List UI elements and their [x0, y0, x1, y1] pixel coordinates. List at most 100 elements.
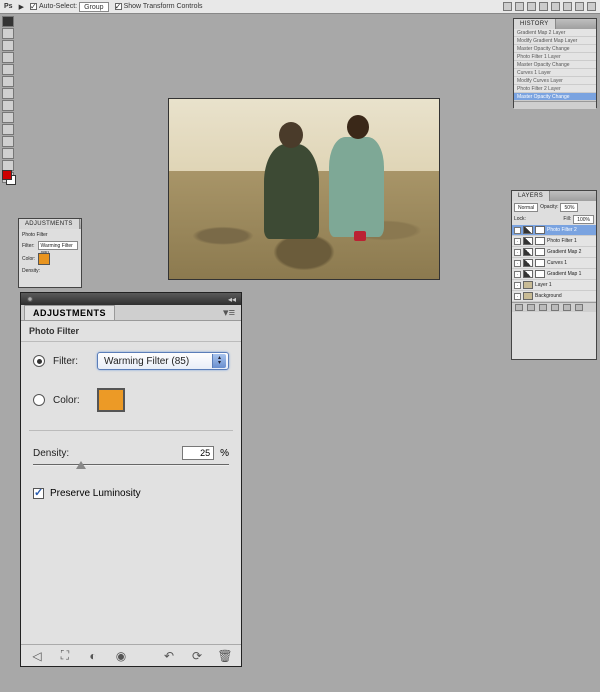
fill-value[interactable]: 100% [573, 215, 594, 224]
align-icon[interactable] [575, 2, 584, 11]
preserve-luminosity-checkbox[interactable] [33, 488, 44, 499]
adjustments-mini-tab[interactable]: Adjustments [19, 219, 80, 229]
layer-thumb [523, 292, 533, 300]
mask-thumb [535, 270, 545, 278]
color-radio[interactable] [33, 394, 45, 406]
density-slider[interactable] [33, 464, 229, 466]
layer-thumb [523, 270, 533, 278]
visibility-toggle[interactable]: · [514, 249, 521, 256]
previous-state-icon[interactable]: ↶ [161, 649, 177, 663]
layers-tab[interactable]: Layers [512, 191, 550, 201]
auto-select-checkbox[interactable] [30, 3, 37, 10]
layer-row[interactable]: ·Layer 1 [512, 280, 596, 291]
reset-icon[interactable]: ⟳ [189, 649, 205, 663]
history-row[interactable]: Master Opacity Change [514, 45, 596, 53]
document-canvas[interactable] [168, 98, 440, 280]
filter-radio[interactable] [33, 355, 45, 367]
fx-icon[interactable] [515, 304, 523, 311]
move-tool[interactable] [2, 16, 14, 27]
history-row[interactable]: Master Opacity Change [514, 93, 596, 101]
adjustments-tab[interactable]: ADJUSTMENTS [24, 305, 115, 320]
stamp-tool[interactable] [2, 100, 14, 111]
visibility-toggle[interactable]: · [514, 271, 521, 278]
layer-name: Background [535, 293, 562, 299]
history-panel: History OpenDrag LayerGradient Map 1 Lay… [513, 18, 597, 108]
align-icon[interactable] [527, 2, 536, 11]
visibility-toggle[interactable]: · [514, 293, 521, 300]
expand-icon[interactable]: ⛶ [57, 649, 73, 663]
foreground-swatch[interactable] [2, 170, 12, 180]
align-icon[interactable] [563, 2, 572, 11]
back-icon[interactable]: ◁ [29, 649, 45, 663]
opacity-value[interactable]: 50% [560, 203, 578, 212]
align-icon[interactable] [503, 2, 512, 11]
align-icon[interactable] [515, 2, 524, 11]
delete-icon[interactable]: 🗑 [217, 649, 233, 663]
gradient-tool[interactable] [2, 124, 14, 135]
align-icon[interactable] [539, 2, 548, 11]
layer-row[interactable]: · Curves 1 [512, 258, 596, 269]
mini-filter-dropdown[interactable]: Warming Filter (85) [38, 241, 79, 250]
brush-tool[interactable] [2, 88, 14, 99]
visibility-toggle[interactable]: · [514, 227, 521, 234]
blend-mode-dropdown[interactable]: Normal [514, 203, 538, 212]
panel-titlebar[interactable]: ◂◂ [21, 293, 241, 305]
trash-icon[interactable] [575, 304, 583, 311]
mask-icon[interactable] [527, 304, 535, 311]
layer-thumb [523, 281, 533, 289]
history-row[interactable]: Modify Gradient Map Layer [514, 37, 596, 45]
shape-tool[interactable] [2, 148, 14, 159]
layer-name: Curves 1 [547, 260, 567, 266]
history-row[interactable]: Photo Filter 2 Layer [514, 85, 596, 93]
show-transform-checkbox[interactable] [115, 3, 122, 10]
visibility-icon[interactable]: ◉ [113, 649, 129, 663]
history-row[interactable]: Master Opacity Change [514, 61, 596, 69]
layer-row[interactable]: ·Gradient Map 2 [512, 247, 596, 258]
layer-row[interactable]: ·Gradient Map 1 [512, 269, 596, 280]
layer-row[interactable]: ·Photo Filter 2 [512, 225, 596, 236]
color-label: Color: [53, 395, 89, 406]
auto-select-dropdown[interactable]: Group [79, 2, 108, 12]
eraser-tool[interactable] [2, 112, 14, 123]
density-label: Density: [33, 448, 176, 459]
visibility-toggle[interactable]: · [514, 238, 521, 245]
layers-list[interactable]: ·Photo Filter 2·Photo Filter 1·Gradient … [512, 225, 596, 302]
history-row[interactable]: Photo Filter 1 Layer [514, 53, 596, 61]
layer-thumb [523, 226, 533, 234]
align-icon[interactable] [587, 2, 596, 11]
history-tab[interactable]: History [514, 19, 556, 29]
layers-panel: Layers Normal Opacity: 50% Lock: Fill: 1… [511, 190, 597, 360]
layer-thumb [523, 259, 533, 267]
history-row[interactable]: Gradient Map 2 Layer [514, 29, 596, 37]
visibility-toggle[interactable]: · [514, 282, 521, 289]
density-input[interactable]: 25 [182, 446, 214, 460]
text-tool[interactable] [2, 136, 14, 147]
history-row[interactable]: Curves 1 Layer [514, 69, 596, 77]
visibility-toggle[interactable]: · [514, 260, 521, 267]
color-swatch[interactable] [97, 388, 125, 412]
mini-color-swatch[interactable] [38, 253, 50, 265]
mini-color-label: Color: [22, 256, 35, 262]
panel-menu-icon[interactable]: ▾≡ [223, 306, 235, 319]
eyedropper-tool[interactable] [2, 76, 14, 87]
lasso-tool[interactable] [2, 40, 14, 51]
collapse-icon[interactable]: ◂◂ [228, 295, 236, 304]
history-footer [514, 101, 596, 109]
layer-row[interactable]: · Background [512, 291, 596, 302]
crop-tool[interactable] [2, 64, 14, 75]
filter-dropdown[interactable]: Warming Filter (85) [97, 352, 229, 370]
clip-icon[interactable]: ◐ [85, 649, 101, 663]
mini-density-label: Density: [22, 268, 40, 274]
new-layer-icon[interactable] [563, 304, 571, 311]
marquee-tool[interactable] [2, 28, 14, 39]
color-swatches[interactable] [2, 170, 16, 185]
adjustment-type: Photo Filter [21, 321, 241, 342]
history-list[interactable]: OpenDrag LayerGradient Map 1 LayerCustom… [514, 29, 596, 101]
align-icon[interactable] [551, 2, 560, 11]
wand-tool[interactable] [2, 52, 14, 63]
history-row[interactable]: Modify Curves Layer [514, 77, 596, 85]
adjustment-icon[interactable] [539, 304, 547, 311]
slider-knob[interactable] [76, 461, 86, 469]
group-icon[interactable] [551, 304, 559, 311]
layer-row[interactable]: ·Photo Filter 1 [512, 236, 596, 247]
